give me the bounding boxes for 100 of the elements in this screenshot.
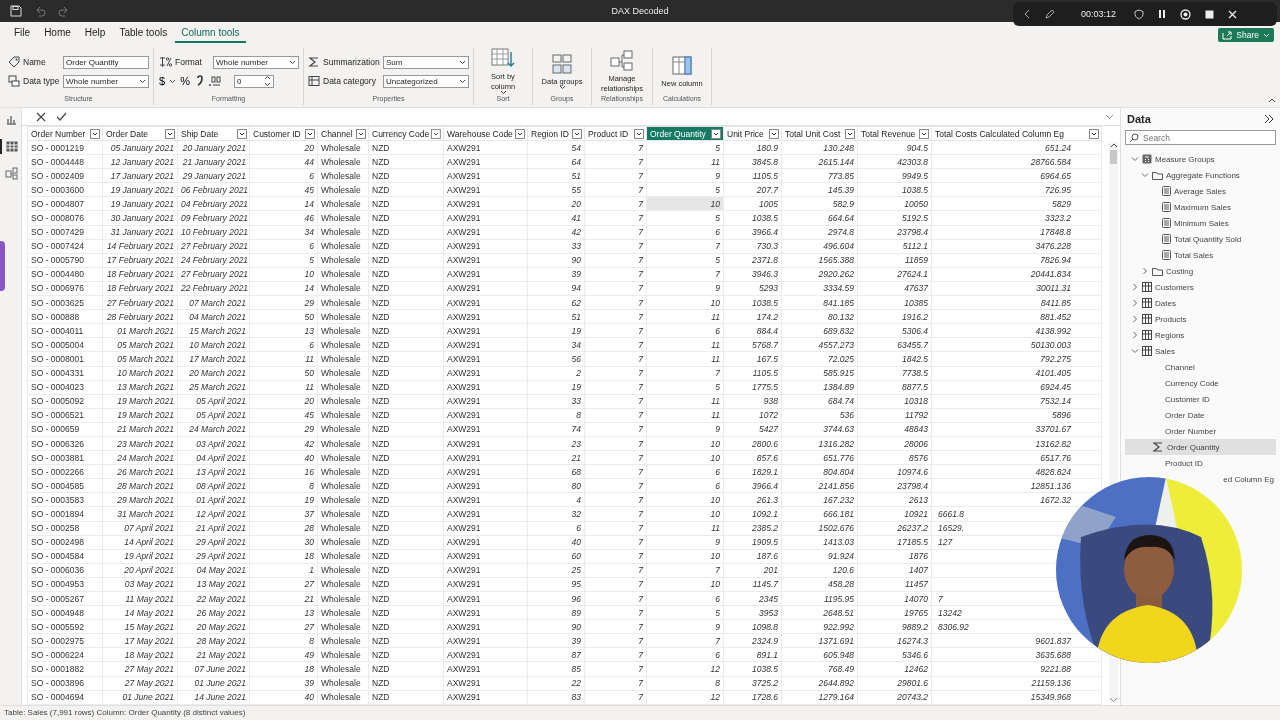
pen-icon[interactable]: [1045, 9, 1055, 19]
percent-button[interactable]: %: [179, 75, 191, 87]
save-icon[interactable]: [10, 5, 22, 17]
search-field[interactable]: Search: [1125, 130, 1276, 145]
filter-dropdown-icon[interactable]: [515, 128, 525, 139]
table-cell: AXW291: [443, 605, 528, 620]
tree-item[interactable]: ed Column Eg: [1125, 471, 1276, 487]
check-icon[interactable]: [56, 111, 67, 122]
column-header[interactable]: Order Quantity: [646, 126, 724, 141]
tree-item[interactable]: Costing: [1125, 263, 1276, 279]
ribbon-tab[interactable]: File: [8, 23, 37, 43]
tree-item[interactable]: Minimum Sales: [1125, 215, 1276, 231]
column-header[interactable]: Order Number: [27, 126, 103, 141]
tree-item[interactable]: Regions: [1125, 327, 1276, 343]
column-header[interactable]: Ship Date: [177, 126, 250, 141]
redo-icon[interactable]: [58, 5, 70, 17]
column-header[interactable]: Region ID: [527, 126, 585, 141]
tree-item[interactable]: Customers: [1125, 279, 1276, 295]
tree-item[interactable]: Average Sales: [1125, 183, 1276, 199]
tree-item[interactable]: Product ID: [1125, 455, 1276, 471]
tree-item[interactable]: Products: [1125, 311, 1276, 327]
record-icon[interactable]: [1180, 8, 1192, 20]
table-cell: 7: [584, 408, 647, 423]
table-cell: 01 March 2021: [102, 323, 178, 338]
filter-dropdown-icon[interactable]: [769, 128, 779, 139]
column-header[interactable]: Product ID: [584, 126, 647, 141]
share-button[interactable]: Share: [1218, 28, 1274, 42]
chevron-left-icon[interactable]: [1023, 9, 1031, 19]
column-header[interactable]: Total Costs Calculated Column Eg: [931, 126, 1102, 141]
scroll-down-icon[interactable]: [1109, 697, 1118, 703]
filter-dropdown-icon[interactable]: [431, 128, 441, 139]
tree-item[interactable]: Maximum Sales: [1125, 199, 1276, 215]
tree-item[interactable]: Order Number: [1125, 423, 1276, 439]
tree-item[interactable]: Measure Groups: [1125, 151, 1276, 167]
undo-icon[interactable]: [34, 5, 46, 17]
collapse-pane-icon[interactable]: [1264, 114, 1274, 124]
filter-dropdown-icon[interactable]: [237, 128, 247, 139]
dropdown[interactable]: Whole number: [63, 74, 149, 88]
table-cell: SO - 0005592: [27, 619, 103, 634]
ribbon-tab[interactable]: Home: [38, 23, 77, 43]
filter-dropdown-icon[interactable]: [711, 128, 721, 139]
filter-dropdown-icon[interactable]: [572, 128, 582, 139]
table-cell: 7: [584, 549, 647, 564]
shield-icon[interactable]: [1134, 8, 1145, 20]
table-cell: 28006: [857, 436, 932, 451]
tree-item[interactable]: Channel: [1125, 359, 1276, 375]
scrollbar-thumb[interactable]: [1110, 150, 1117, 164]
table-cell: 29 April 2021: [177, 549, 250, 564]
name-field[interactable]: Order Quantity: [63, 55, 149, 69]
table-cell: 08 April 2021: [177, 478, 250, 493]
chevron-down-icon[interactable]: [1105, 113, 1114, 120]
tree-item[interactable]: Total Quantity Sold: [1125, 231, 1276, 247]
decimals-icon[interactable]: [207, 75, 222, 87]
tree-item[interactable]: Sales: [1125, 343, 1276, 359]
table-cell: 4: [527, 492, 585, 507]
filter-dropdown-icon[interactable]: [165, 128, 175, 139]
currency-button[interactable]: $: [158, 75, 167, 87]
dropdown[interactable]: Uncategorized: [383, 74, 469, 88]
column-header[interactable]: Total Revenue: [857, 126, 932, 141]
scroll-up-icon[interactable]: [1109, 142, 1118, 148]
filter-dropdown-icon[interactable]: [919, 128, 929, 139]
dropdown[interactable]: Whole number: [213, 55, 299, 69]
filter-dropdown-icon[interactable]: [90, 128, 100, 139]
caret-icon[interactable]: [169, 78, 177, 84]
filter-dropdown-icon[interactable]: [305, 128, 315, 139]
ribbon-tab[interactable]: Table tools: [113, 23, 174, 43]
table-cell: 28: [249, 521, 318, 536]
column-header[interactable]: Warehouse Code: [443, 126, 528, 141]
close-icon[interactable]: [36, 111, 46, 122]
table-cell: 666.181: [781, 506, 858, 522]
column-header[interactable]: Currency Code: [368, 126, 444, 141]
tree-item[interactable]: Dates: [1125, 295, 1276, 311]
ribbon-tab[interactable]: Help: [78, 23, 112, 43]
column-header[interactable]: Channel: [317, 126, 369, 141]
tree-item[interactable]: Order Quantity: [1125, 439, 1276, 455]
tree-item[interactable]: Total Sales: [1125, 247, 1276, 263]
table-cell: Wholesale: [317, 647, 369, 662]
column-header[interactable]: Unit Price: [723, 126, 782, 141]
table-cell: SO - 0005267: [27, 591, 103, 606]
column-header[interactable]: Order Date: [102, 126, 178, 141]
side-tab[interactable]: [0, 241, 5, 291]
table-cell: 17185.5: [857, 535, 932, 550]
decimal-places-field[interactable]: 0: [233, 74, 274, 88]
filter-dropdown-icon[interactable]: [356, 128, 366, 139]
stop-icon[interactable]: [1205, 9, 1215, 19]
tree-item[interactable]: Aggregate Functions: [1125, 167, 1276, 183]
tree-item[interactable]: Customer ID: [1125, 391, 1276, 407]
tree-item[interactable]: Currency Code: [1125, 375, 1276, 391]
filter-dropdown-icon[interactable]: [634, 128, 644, 139]
collapse-ribbon-icon[interactable]: [1268, 97, 1276, 103]
comma-style-icon[interactable]: [194, 75, 203, 87]
table-cell: SO - 000258: [27, 521, 103, 536]
dropdown[interactable]: Sum: [383, 55, 469, 69]
pause-icon[interactable]: [1158, 9, 1167, 19]
column-header[interactable]: Total Unit Cost: [781, 126, 858, 141]
filter-dropdown-icon[interactable]: [845, 128, 855, 139]
tree-item[interactable]: Order Date: [1125, 407, 1276, 423]
filter-dropdown-icon[interactable]: [1089, 128, 1099, 139]
column-header[interactable]: Customer ID: [249, 126, 318, 141]
table-cell: 3476.228: [931, 239, 1102, 254]
